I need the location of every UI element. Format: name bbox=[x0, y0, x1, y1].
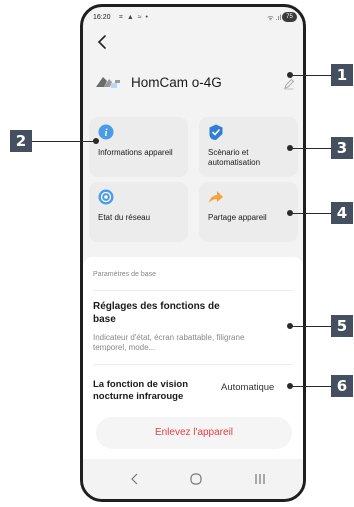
leader-dot-6 bbox=[287, 383, 293, 389]
card-label: Informations appareil bbox=[98, 148, 173, 157]
scenario-card[interactable]: Scènario et automatisation bbox=[199, 117, 298, 177]
device-name: HomCam o-4G bbox=[131, 75, 222, 90]
navigation-bar bbox=[83, 459, 303, 499]
svg-text:i: i bbox=[105, 128, 108, 139]
callout-5: 5 bbox=[331, 315, 353, 337]
camera-logo-icon bbox=[95, 73, 121, 91]
share-device-card[interactable]: Partage appareil bbox=[199, 182, 298, 242]
signal-icon: ᯤ .ıl bbox=[267, 15, 281, 22]
share-arrow-icon bbox=[208, 189, 224, 205]
nav-home-icon[interactable] bbox=[186, 470, 206, 488]
night-vision-value[interactable]: Automatique bbox=[221, 382, 274, 393]
leader-line-3 bbox=[290, 148, 332, 149]
leader-line-6 bbox=[290, 386, 332, 387]
leader-line-5 bbox=[290, 326, 332, 327]
leader-dot-1 bbox=[287, 72, 293, 78]
card-label: Etat du réseau bbox=[98, 213, 151, 222]
pencil-icon[interactable] bbox=[283, 77, 295, 90]
settings-panel: Paramètres de base Réglages des fonction… bbox=[83, 257, 303, 459]
divider bbox=[93, 364, 293, 365]
callout-2: 2 bbox=[10, 130, 32, 152]
section-header: Paramètres de base bbox=[93, 271, 157, 278]
notification-icons: ⌗ ▲ ≈ • bbox=[119, 14, 149, 21]
divider bbox=[93, 290, 293, 291]
nav-recents-icon[interactable] bbox=[250, 470, 270, 488]
phone-frame: 16:20 ⌗ ▲ ≈ • ᯤ .ıl 75 HomCam o-4G i Inf… bbox=[80, 4, 306, 502]
device-header: HomCam o-4G bbox=[95, 71, 295, 95]
network-icon bbox=[98, 189, 114, 205]
leader-line-1 bbox=[290, 75, 332, 76]
leader-dot-3 bbox=[287, 145, 293, 151]
night-vision-label[interactable]: La fonction de vision nocturne infraroug… bbox=[93, 379, 213, 403]
network-status-card[interactable]: Etat du réseau bbox=[89, 182, 188, 242]
callout-3: 3 bbox=[331, 137, 353, 159]
battery-icon: 75 bbox=[282, 12, 297, 22]
leader-dot-5 bbox=[287, 323, 293, 329]
card-label: Scènario et automatisation bbox=[208, 148, 261, 167]
chevron-left-icon[interactable] bbox=[95, 34, 111, 50]
remove-device-button[interactable]: Enlevez l'appareil bbox=[96, 417, 292, 449]
callout-4: 4 bbox=[331, 202, 353, 224]
device-info-card[interactable]: i Informations appareil bbox=[89, 117, 188, 177]
callout-1: 1 bbox=[331, 64, 353, 86]
manual-figure: 16:20 ⌗ ▲ ≈ • ᯤ .ıl 75 HomCam o-4G i Inf… bbox=[0, 0, 354, 507]
leader-line-2 bbox=[32, 141, 96, 142]
info-icon: i bbox=[98, 124, 114, 140]
status-bar: 16:20 ⌗ ▲ ≈ • ᯤ .ıl 75 bbox=[83, 7, 303, 29]
base-settings-row[interactable]: Réglages des fonctions de base bbox=[93, 300, 243, 326]
base-settings-description: Indicateur d'état, écran rabattable, fil… bbox=[93, 333, 245, 352]
check-shield-icon bbox=[208, 124, 224, 140]
leader-dot-4 bbox=[287, 210, 293, 216]
leader-line-4 bbox=[290, 213, 332, 214]
status-time: 16:20 bbox=[93, 14, 111, 21]
callout-6: 6 bbox=[331, 375, 353, 397]
nav-back-icon[interactable] bbox=[125, 470, 145, 488]
leader-dot-2 bbox=[93, 138, 99, 144]
card-label: Partage appareil bbox=[208, 213, 267, 222]
